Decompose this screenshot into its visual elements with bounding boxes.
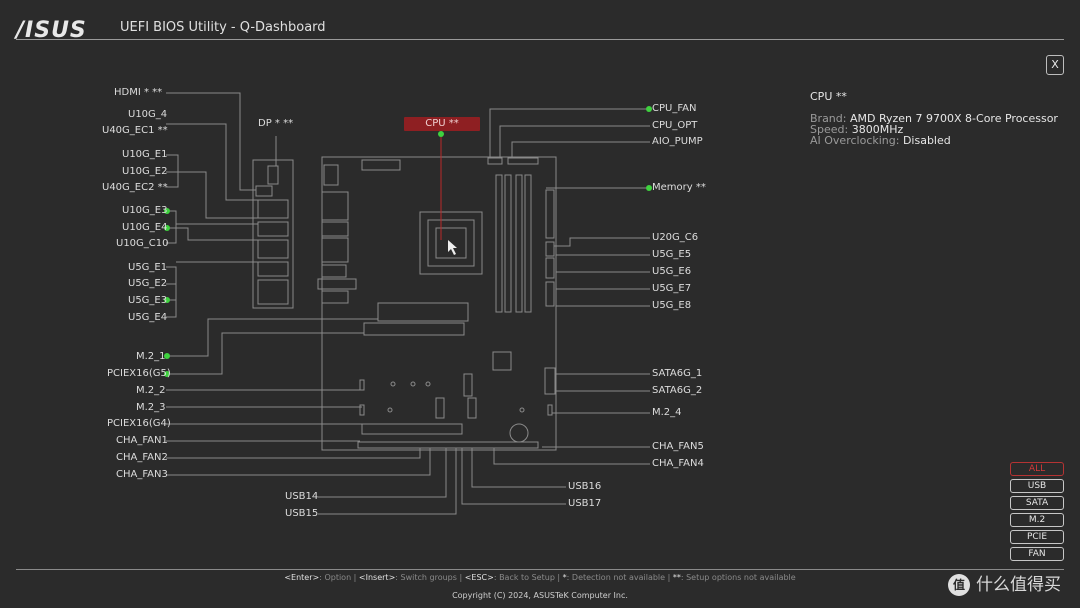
label-cpu-fan[interactable]: CPU_FAN	[652, 103, 697, 115]
filter-pcie-button[interactable]: PCIE	[1010, 530, 1064, 544]
label-memory[interactable]: Memory **	[652, 182, 706, 194]
label-m2-4[interactable]: M.2_4	[652, 407, 682, 419]
label-sata6g-2[interactable]: SATA6G_2	[652, 385, 702, 397]
label-sata6g-1[interactable]: SATA6G_1	[652, 368, 702, 380]
label-u5g-e1[interactable]: U5G_E1	[128, 262, 167, 274]
label-u5g-e8[interactable]: U5G_E8	[652, 300, 691, 312]
help-key-dstar: **	[672, 573, 681, 582]
label-u10g-c10[interactable]: U10G_C10	[116, 238, 169, 250]
cpu-tag[interactable]: CPU **	[404, 117, 480, 131]
label-cha-fan4[interactable]: CHA_FAN4	[652, 458, 704, 470]
info-title: CPU **	[810, 90, 847, 103]
label-u5g-e3[interactable]: U5G_E3	[128, 295, 167, 307]
watermark-text: 什么值得买	[976, 575, 1061, 595]
filter-fan-button[interactable]: FAN	[1010, 547, 1064, 561]
label-usb17[interactable]: USB17	[568, 498, 601, 510]
label-u5g-e7[interactable]: U5G_E7	[652, 283, 691, 295]
help-key-insert: <Insert>	[358, 573, 396, 582]
filter-all-button[interactable]: ALL	[1010, 462, 1064, 476]
label-usb16[interactable]: USB16	[568, 481, 601, 493]
label-u5g-e5[interactable]: U5G_E5	[652, 249, 691, 261]
label-u5g-e6[interactable]: U5G_E6	[652, 266, 691, 278]
label-u5g-e2[interactable]: U5G_E2	[128, 278, 167, 290]
filter-m2-button[interactable]: M.2	[1010, 513, 1064, 527]
help-text-enter: : Option |	[319, 573, 359, 582]
label-u10g-e4[interactable]: U10G_E4	[122, 222, 167, 234]
cpu-dot	[438, 131, 444, 137]
label-m2-2[interactable]: M.2_2	[136, 385, 166, 397]
label-u10g-4[interactable]: U10G_4	[128, 109, 167, 121]
label-cha-fan2[interactable]: CHA_FAN2	[116, 452, 168, 464]
label-u40g-ec1[interactable]: U40G_EC1 **	[102, 125, 168, 137]
help-key-esc: <ESC>	[464, 573, 494, 582]
footer-divider	[16, 569, 1064, 570]
label-usb14[interactable]: USB14	[285, 491, 318, 503]
copyright: Copyright (C) 2024, ASUSTeK Computer Inc…	[452, 591, 628, 600]
label-u10g-e3[interactable]: U10G_E3	[122, 205, 167, 217]
help-text-esc: : Back to Setup |	[493, 573, 563, 582]
watermark-icon: 值	[948, 574, 970, 596]
label-dp[interactable]: DP * **	[258, 118, 293, 130]
watermark: 值什么值得买	[948, 570, 1061, 596]
label-u40g-ec2[interactable]: U40G_EC2 **	[102, 182, 168, 194]
label-aio-pump[interactable]: AIO_PUMP	[652, 136, 703, 148]
help-bar: <Enter>: Option | <Insert>: Switch group…	[0, 573, 1080, 582]
label-cha-fan3[interactable]: CHA_FAN3	[116, 469, 168, 481]
label-cha-fan5[interactable]: CHA_FAN5	[652, 441, 704, 453]
label-u5g-e4[interactable]: U5G_E4	[128, 312, 167, 324]
info-ai-key: AI Overclocking:	[810, 134, 900, 147]
label-m2-1[interactable]: M.2_1	[136, 351, 166, 363]
help-key-enter: <Enter>	[284, 573, 320, 582]
label-usb15[interactable]: USB15	[285, 508, 318, 520]
label-pciex16-g5[interactable]: PCIEX16(G5)	[107, 368, 171, 380]
label-u10g-e2[interactable]: U10G_E2	[122, 166, 167, 178]
help-text-star: : Detection not available |	[566, 573, 673, 582]
info-ai: AI Overclocking: Disabled	[810, 135, 951, 147]
label-u10g-e1[interactable]: U10G_E1	[122, 149, 167, 161]
label-u20g-c6[interactable]: U20G_C6	[652, 232, 698, 244]
label-cha-fan1[interactable]: CHA_FAN1	[116, 435, 168, 447]
label-cpu-opt[interactable]: CPU_OPT	[652, 120, 697, 132]
filter-sata-button[interactable]: SATA	[1010, 496, 1064, 510]
label-hdmi[interactable]: HDMI * **	[114, 87, 162, 99]
help-text-insert: : Switch groups |	[395, 573, 465, 582]
filter-usb-button[interactable]: USB	[1010, 479, 1064, 493]
help-text-dstar: : Setup options not available	[680, 573, 796, 582]
label-pciex16-g4[interactable]: PCIEX16(G4)	[107, 418, 171, 430]
label-m2-3[interactable]: M.2_3	[136, 402, 166, 414]
info-ai-value: Disabled	[902, 134, 951, 147]
